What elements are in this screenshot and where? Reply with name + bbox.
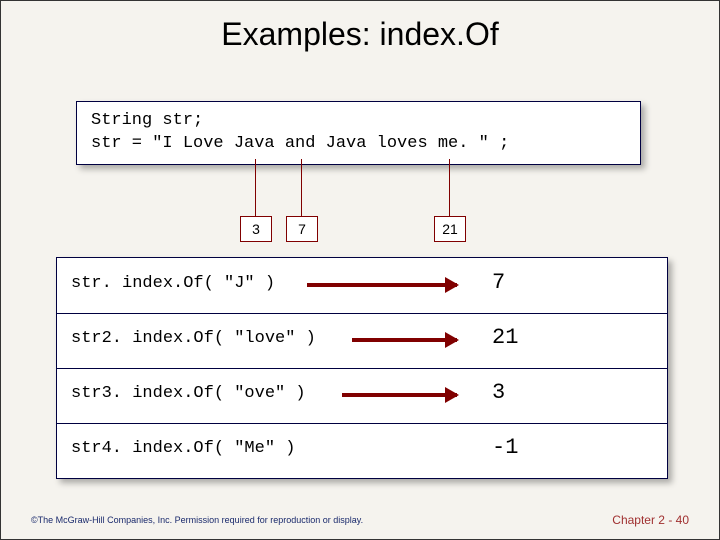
example-code: str4. index.Of( "Me" ) [71,439,295,458]
code-box: String str; str = "I Love Java and Java … [76,101,641,165]
index-box-3: 21 [434,216,466,242]
index-box-1: 3 [240,216,272,242]
code-line-2: str = "I Love Java and Java loves me. " … [91,134,509,153]
arrow-icon [342,393,457,397]
arrow-icon [307,283,457,287]
example-result: 21 [492,325,518,350]
index-value-2: 7 [298,221,306,237]
slide: Examples: index.Of String str; str = "I … [0,0,720,540]
index-value-1: 3 [252,221,260,237]
copyright-text: ©The McGraw-Hill Companies, Inc. Permiss… [31,515,363,525]
example-result: 7 [492,270,505,295]
example-row: str4. index.Of( "Me" ) -1 [57,423,667,478]
pointer-line-1 [255,159,256,216]
slide-title: Examples: index.Of [1,16,719,53]
example-row: str3. index.Of( "ove" ) 3 [57,368,667,423]
example-row: str. index.Of( "J" ) 7 [57,258,667,313]
example-result: -1 [492,435,518,460]
index-box-2: 7 [286,216,318,242]
pointer-line-3 [449,159,450,216]
pointer-line-2 [301,159,302,216]
example-row: str2. index.Of( "love" ) 21 [57,313,667,368]
example-code: str. index.Of( "J" ) [71,274,275,293]
arrow-icon [352,338,457,342]
page-number: Chapter 2 - 40 [612,513,689,527]
example-code: str3. index.Of( "ove" ) [71,384,306,403]
code-line-1: String str; [91,111,203,130]
example-result: 3 [492,380,505,405]
examples-box: str. index.Of( "J" ) 7 str2. index.Of( "… [56,257,668,479]
example-code: str2. index.Of( "love" ) [71,329,316,348]
index-value-3: 21 [442,221,458,237]
